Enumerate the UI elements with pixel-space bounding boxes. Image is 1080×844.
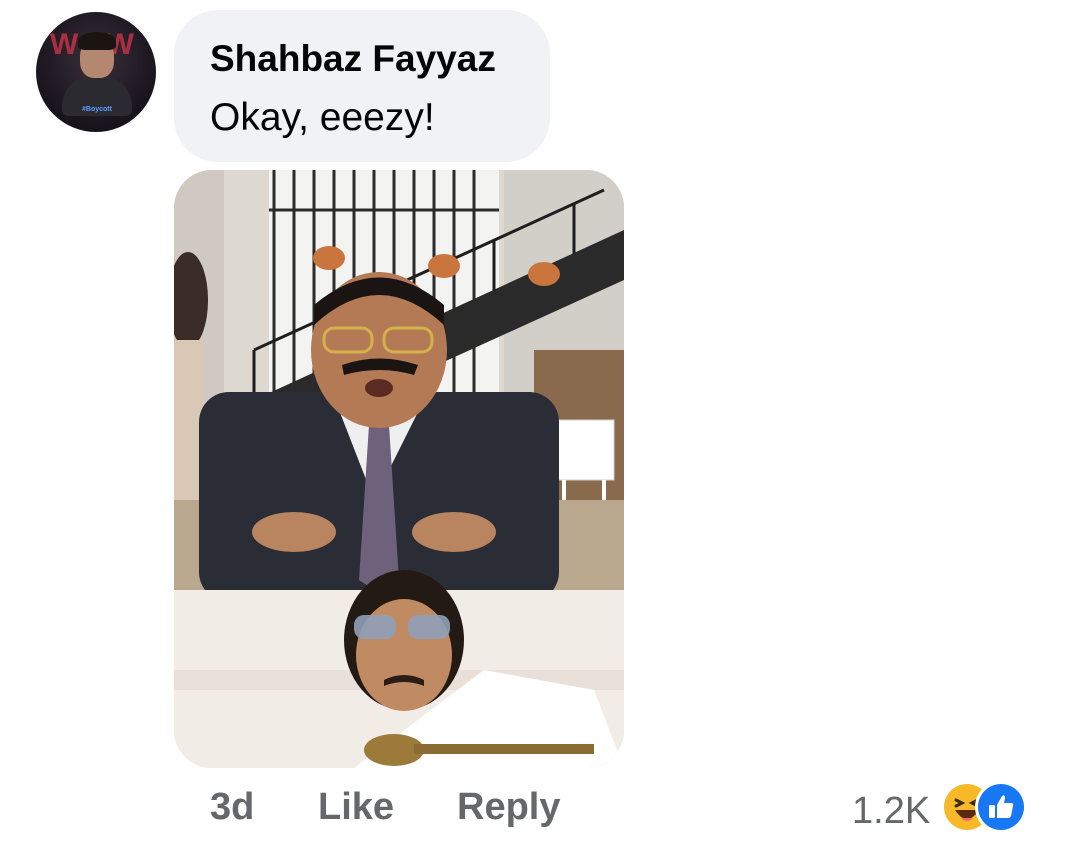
meme-photo [174,170,624,768]
avatar-hair [78,32,116,50]
comment-text: Okay, eeezy! [210,96,435,139]
like-reaction-icon [978,784,1024,830]
profile-avatar[interactable]: WOW #Boycott [36,12,156,132]
reply-button[interactable]: Reply [457,786,560,829]
comment-photo-attachment[interactable] [174,170,624,768]
reaction-count: 1.2K [852,790,931,832]
comment-timestamp[interactable]: 3d [210,786,254,829]
comment-bubble: Shahbaz Fayyaz Okay, eeezy! [174,10,550,162]
avatar-caption: #Boycott [82,106,112,113]
reactions-summary[interactable]: 1.2K [840,780,1060,836]
comment-author[interactable]: Shahbaz Fayyaz [210,38,496,80]
like-button[interactable]: Like [318,786,394,829]
